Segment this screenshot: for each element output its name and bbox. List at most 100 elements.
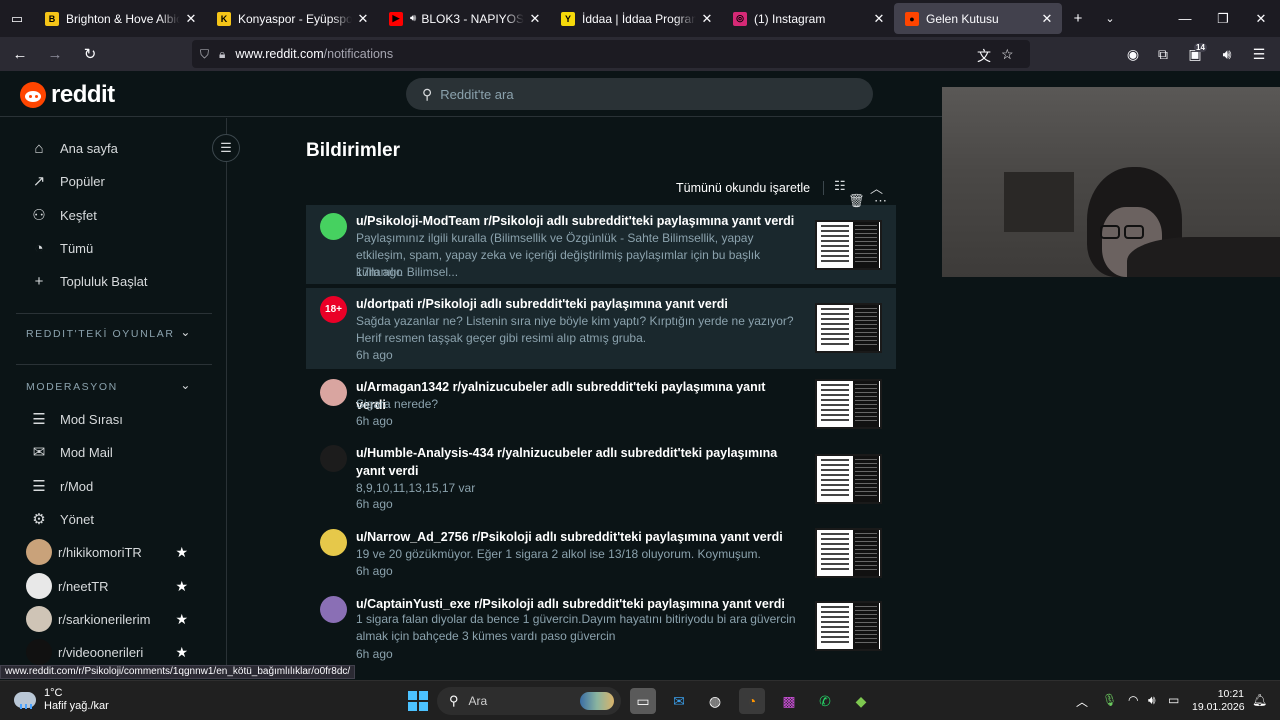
battery-icon[interactable]: ▭ <box>1168 693 1179 707</box>
shield-icon[interactable]: ⛉ <box>200 47 209 62</box>
game-app-icon[interactable]: ▩ <box>776 688 802 714</box>
sidebar-item-settings[interactable]: ⚙ Yönet <box>28 504 208 534</box>
reddit-snoo-icon <box>20 82 46 108</box>
taskbar-search[interactable]: ⚲ Ara <box>437 687 621 715</box>
tab-audio-icon[interactable]: 🔊︎ <box>410 13 416 24</box>
browser-tab[interactable]: B Brighton & Hove Albion FC ✕ <box>34 0 206 37</box>
chrome-icon[interactable]: ◍ <box>702 688 728 714</box>
favorite-star-icon[interactable]: ★ <box>175 611 188 628</box>
extensions-icon[interactable]: ⧉ <box>1150 41 1176 67</box>
browser-tab[interactable]: K Konyaspor - Eyüpspor | İddaa ✕ <box>206 0 378 37</box>
moderation-section-heading[interactable]: MODERASYON ⌄ <box>26 378 192 393</box>
reload-icon[interactable]: ↻ <box>75 39 105 69</box>
tab-close-icon[interactable]: ✕ <box>184 11 198 27</box>
collapse-sidebar-button[interactable]: ☰ <box>212 134 240 162</box>
delete-icon[interactable]: 🗑︎ <box>848 193 865 209</box>
task-view-icon[interactable]: ▭ <box>630 688 656 714</box>
notification-item[interactable]: u/Narrow_Ad_2756 r/Psikoloji adlı subred… <box>306 521 896 585</box>
tab-overflow-chevron-icon[interactable]: ⌄ <box>1094 0 1126 37</box>
volume-icon[interactable]: 🔊︎ <box>1148 693 1156 708</box>
games-section-heading[interactable]: REDDIT'TEKİ OYUNLAR ⌄ <box>26 325 192 340</box>
user-avatar[interactable] <box>320 213 347 240</box>
browser-tab[interactable]: ● Gelen Kutusu ✕ <box>894 3 1062 34</box>
notification-item[interactable]: u/Armagan1342 r/yalnizucubeler adlı subr… <box>306 371 896 433</box>
tray-overflow-chevron-icon[interactable]: ︿ <box>1076 693 1088 710</box>
post-thumbnail[interactable] <box>815 220 882 270</box>
sidebar-item-home[interactable]: ⌂ Ana sayfa <box>28 133 208 163</box>
wifi-icon[interactable]: ◠ <box>1128 693 1138 707</box>
close-window-icon[interactable]: ✕ <box>1238 0 1280 37</box>
left-sidebar: REDDIT'TEKİ OYUNLAR ⌄ MODERASYON ⌄ ⌂ Ana sa… <box>0 118 227 678</box>
notification-bell-icon[interactable]: 🔔︎ <box>1252 693 1267 707</box>
extension-badge-icon[interactable]: ▣ 14 <box>1182 41 1208 67</box>
more-options-icon[interactable]: ⋯ <box>874 193 887 209</box>
sidebar-community[interactable]: r/hikikomoriTR ★ <box>26 537 208 567</box>
post-thumbnail[interactable] <box>815 454 882 504</box>
start-button[interactable] <box>405 688 431 714</box>
sidebar-item-plus[interactable]: + Topluluk Başlat <box>28 266 208 296</box>
post-thumbnail[interactable] <box>815 379 882 429</box>
webcam-overlay <box>942 87 1280 277</box>
notification-item[interactable]: u/CaptainYusti_exe r/Psikoloji adlı subr… <box>306 588 896 668</box>
sidebar-community[interactable]: r/sarkionerilerim ★ <box>26 604 208 634</box>
sidebar-item-mod-mail[interactable]: ✉ Mod Mail <box>28 437 208 467</box>
browser-tab[interactable]: ▶ 🔊︎ BLOK3 - NAPIYOSUN MİN ✕ <box>378 0 550 37</box>
reddit-logo[interactable]: reddit <box>20 81 115 109</box>
translate-icon[interactable]: 文 <box>977 46 991 66</box>
tab-favicon-icon: K <box>217 11 231 26</box>
tab-close-icon[interactable]: ✕ <box>872 11 886 27</box>
lock-icon[interactable]: 🔒︎ <box>219 47 225 62</box>
bookmark-star-icon[interactable]: ☆ <box>1001 46 1014 63</box>
ublock-icon[interactable]: ◉ <box>1120 41 1146 67</box>
user-avatar[interactable]: 18+ <box>320 296 347 323</box>
sidebar-item-all[interactable]: ◔ Tümü <box>28 233 208 263</box>
back-icon[interactable]: ← <box>5 39 35 69</box>
notification-item[interactable]: u/Humble-Analysis-434 r/yalnizucubeler a… <box>306 437 896 519</box>
user-avatar[interactable] <box>320 445 347 472</box>
sidebar-community[interactable]: r/videoonerileri ★ <box>26 637 208 667</box>
sidebar-item-popular[interactable]: ↗ Popüler <box>28 166 208 196</box>
tab-close-icon[interactable]: ✕ <box>1040 11 1054 27</box>
chevron-down-icon[interactable]: ⌄ <box>180 325 192 339</box>
firefox-icon[interactable]: ◔ <box>739 688 765 714</box>
post-thumbnail[interactable] <box>815 601 882 651</box>
favorite-star-icon[interactable]: ★ <box>175 578 188 595</box>
mark-all-read-button[interactable]: Tümünü okundu işaretle <box>676 181 810 195</box>
sidebar-item-mod-queue[interactable]: ☰ Mod Sırası <box>28 404 208 434</box>
notification-settings-icon[interactable]: ☷ <box>834 178 846 194</box>
audio-icon[interactable]: 🔊︎ <box>1214 41 1240 67</box>
forward-icon[interactable]: → <box>40 39 70 69</box>
sidebar-community[interactable]: r/neetTR ★ <box>26 571 208 601</box>
taskbar-clock[interactable]: 10:21 19.01.2026 <box>1192 688 1245 714</box>
favorite-star-icon[interactable]: ★ <box>175 544 188 561</box>
favorite-star-icon[interactable]: ★ <box>175 644 188 661</box>
chevron-down-icon[interactable]: ⌄ <box>180 378 192 392</box>
user-avatar[interactable] <box>320 596 347 623</box>
settings-icon: ⚙ <box>32 511 46 528</box>
microphone-icon[interactable]: 🎙︎ <box>1102 693 1117 707</box>
outlook-icon[interactable]: ✉ <box>666 688 692 714</box>
tab-close-icon[interactable]: ✕ <box>356 11 370 27</box>
tab-list-icon[interactable]: ▭ <box>0 0 34 37</box>
tab-favicon-icon: ● <box>905 11 919 26</box>
minecraft-icon[interactable]: ◆ <box>848 688 874 714</box>
browser-tab[interactable]: Y İddaa | İddaa Programı | Canlı ✕ <box>550 0 722 37</box>
app-menu-icon[interactable]: ☰ <box>1246 41 1272 67</box>
sidebar-item-mod[interactable]: ☰ r/Mod <box>28 471 208 501</box>
url-bar[interactable]: ⛉ 🔒︎ www.reddit.com/notifications 文 ☆ <box>192 40 1030 68</box>
weather-widget[interactable]: 1°C Hafif yağ./kar <box>14 687 109 713</box>
tab-close-icon[interactable]: ✕ <box>700 11 714 27</box>
sidebar-item-explore[interactable]: ⚇ Keşfet <box>28 200 208 230</box>
reddit-search-input[interactable]: ⚲ Reddit'te ara <box>406 78 873 110</box>
notification-item[interactable]: 18+ u/dortpati r/Psikoloji adlı subreddit… <box>306 288 896 369</box>
new-tab-icon[interactable]: + <box>1062 0 1094 37</box>
browser-tab[interactable]: ◎ (1) Instagram ✕ <box>722 0 894 37</box>
post-thumbnail[interactable] <box>815 528 882 578</box>
notification-heading: u/Psikoloji-ModTeam r/Psikoloji adlı sub… <box>356 214 795 228</box>
user-avatar[interactable] <box>320 529 347 556</box>
whatsapp-icon[interactable]: ✆ <box>812 688 838 714</box>
notification-item[interactable]: u/Psikoloji-ModTeam r/Psikoloji adlı sub… <box>306 205 896 284</box>
post-thumbnail[interactable] <box>815 303 882 353</box>
tab-close-icon[interactable]: ✕ <box>528 11 542 27</box>
user-avatar[interactable] <box>320 379 347 406</box>
